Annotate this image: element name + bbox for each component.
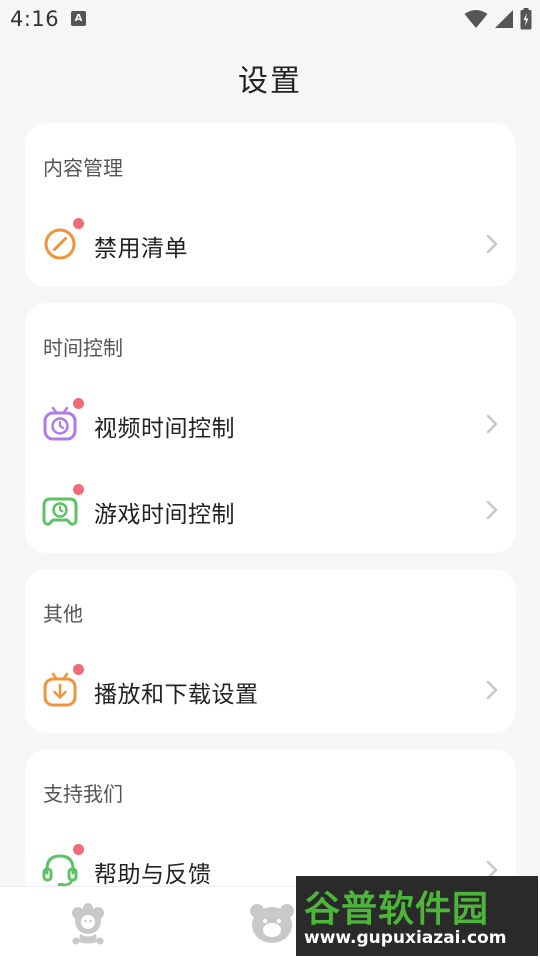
item-label: 播放和下载设置 [94, 682, 259, 708]
item-label: 禁用清单 [94, 236, 188, 262]
watermark-text: 谷普软件园 [304, 889, 490, 930]
ban-icon [44, 228, 76, 260]
battery-charging-icon [520, 8, 532, 30]
watermark-url: www.gupuxiazai.com [304, 928, 507, 948]
headset-icon [42, 854, 78, 887]
chevron-right-icon [486, 234, 498, 254]
tv-download-icon [43, 672, 77, 707]
section-other: 其他 播放和下载设置 [25, 569, 516, 733]
chevron-right-icon [486, 680, 498, 700]
badge-dot [73, 484, 84, 495]
flower-mascot-icon[interactable] [66, 903, 110, 947]
section-title: 时间控制 [43, 336, 123, 360]
tv-clock-icon [43, 406, 77, 441]
section-title: 支持我们 [43, 782, 123, 806]
section-title: 其他 [43, 602, 83, 626]
bear-mascot-icon[interactable] [248, 901, 296, 947]
wifi-icon [464, 10, 488, 28]
list-item-playback-download-settings[interactable]: 播放和下载设置 [25, 655, 516, 725]
badge-dot [73, 664, 84, 675]
signal-icon [495, 10, 513, 28]
list-item-ban-list[interactable]: 禁用清单 [25, 209, 516, 279]
notification-icon: A [71, 11, 86, 26]
list-item-video-time-control[interactable]: 视频时间控制 [25, 389, 516, 459]
item-label: 游戏时间控制 [94, 502, 235, 528]
watermark: 谷普软件园 www.gupuxiazai.com [296, 876, 538, 956]
status-icons [464, 8, 532, 30]
status-bar: 4:16 A [0, 0, 540, 38]
status-time: 4:16 [10, 7, 60, 31]
chevron-right-icon [486, 414, 498, 434]
badge-dot [73, 398, 84, 409]
list-item-game-time-control[interactable]: 游戏时间控制 [25, 475, 516, 545]
section-content-management: 内容管理 禁用清单 [25, 123, 516, 287]
item-label: 视频时间控制 [94, 416, 235, 442]
item-label: 帮助与反馈 [94, 862, 212, 888]
section-time-control: 时间控制 视频时间控制 游戏时间控制 [25, 303, 516, 553]
settings-screen: 4:16 A 设置 内容管理 禁用清单 时间控制 视频时间控制 游戏时间控制 其… [0, 0, 540, 960]
gamepad-clock-icon [42, 497, 78, 526]
chevron-right-icon [486, 500, 498, 520]
badge-dot [73, 844, 84, 855]
page-title: 设置 [238, 64, 302, 99]
badge-dot [73, 218, 84, 229]
section-title: 内容管理 [43, 156, 123, 180]
